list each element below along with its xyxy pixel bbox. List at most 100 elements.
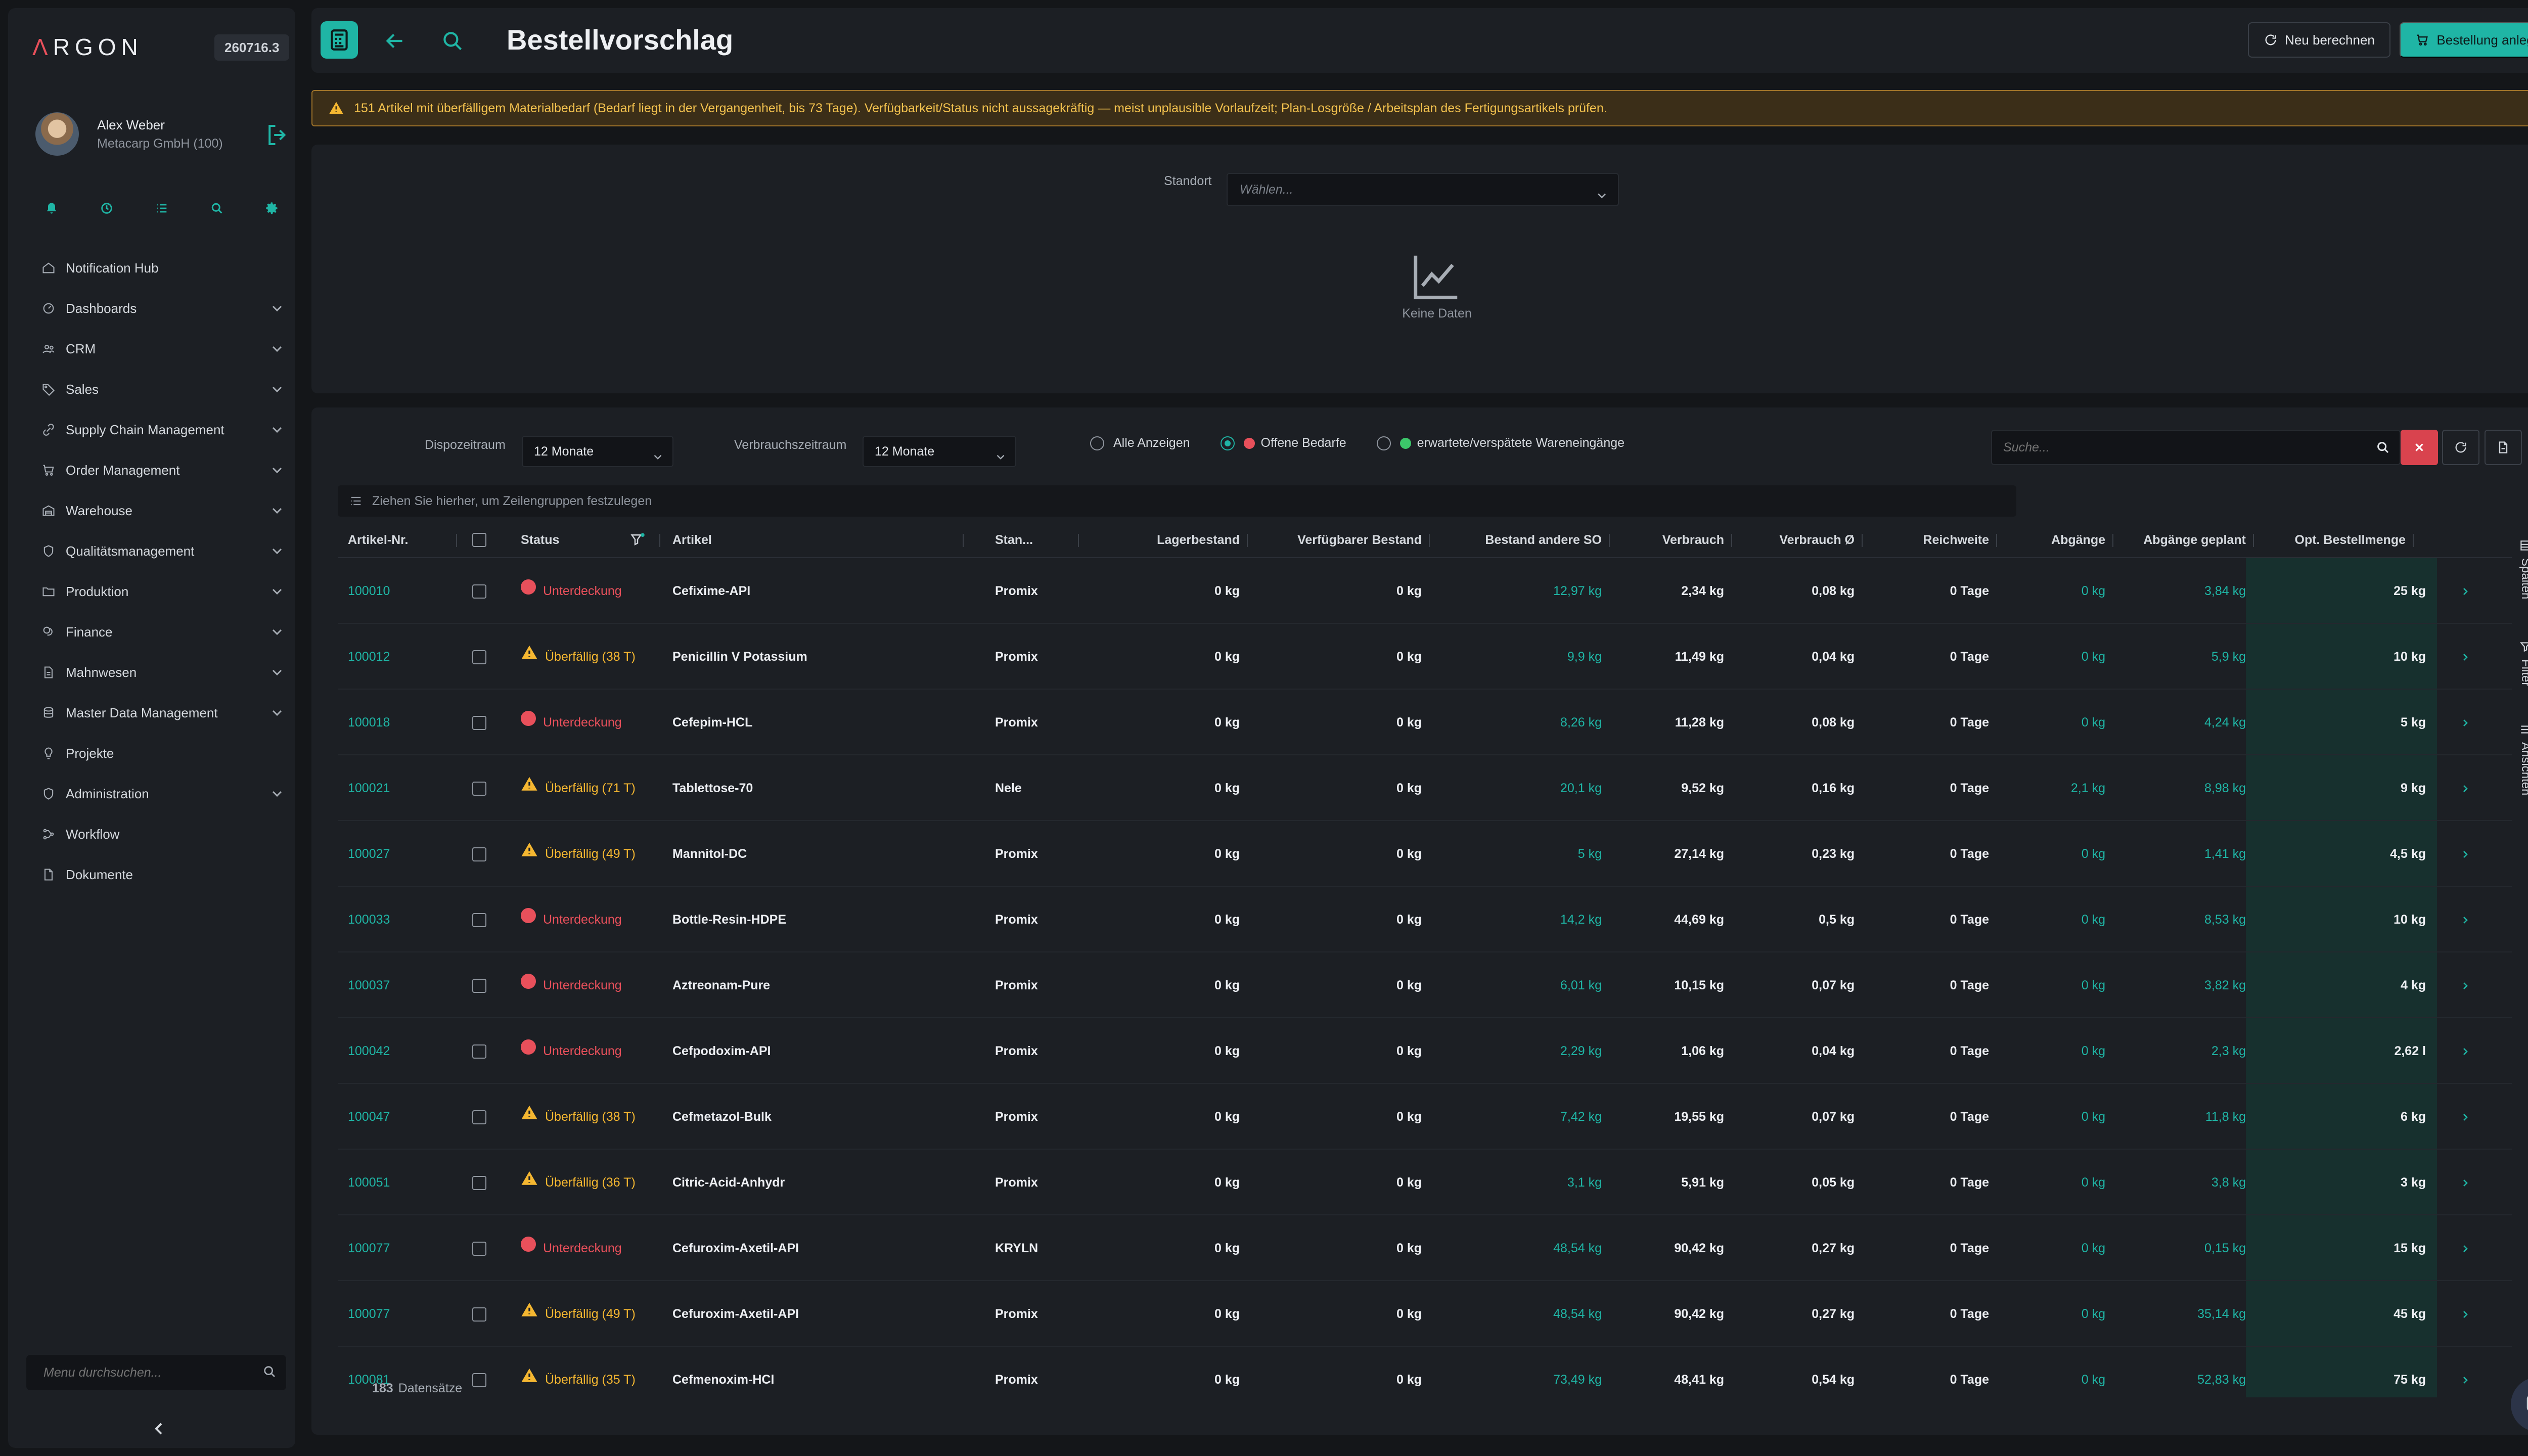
table-row[interactable]: 100051 Überfällig (36 T) Citric-Acid-Anhyd… [338, 1150, 2512, 1215]
row-open-chevron-icon[interactable] [2459, 1307, 2471, 1322]
sidebar-item-sales[interactable]: Sales [30, 369, 288, 410]
sidebar-item-dokumente[interactable]: Dokumente [30, 854, 288, 895]
table-row[interactable]: 100033 Unterdeckung Bottle-Resin-HDPE Promi… [338, 887, 2512, 952]
clear-search-button[interactable] [2401, 430, 2438, 465]
sidebar-item-crm[interactable]: CRM [30, 329, 288, 369]
row-checkbox[interactable] [472, 650, 486, 664]
column-header-nr[interactable]: Artikel-Nr. [348, 522, 449, 558]
row-open-chevron-icon[interactable] [2459, 782, 2471, 796]
row-checkbox[interactable] [472, 716, 486, 730]
cell-nr[interactable]: 100027 [348, 821, 449, 887]
row-open-chevron-icon[interactable] [2459, 716, 2471, 730]
column-resize-handle[interactable] [963, 534, 964, 547]
row-checkbox[interactable] [472, 847, 486, 861]
table-row[interactable]: 100047 Überfällig (38 T) Cefmetazol-Bulk Pr… [338, 1084, 2512, 1150]
row-checkbox[interactable] [472, 1176, 486, 1190]
grid-search-input[interactable] [1992, 431, 2356, 464]
row-open-chevron-icon[interactable] [2459, 1110, 2471, 1124]
column-header-verbrauch[interactable]: Verbrauch [1610, 522, 1724, 558]
cell-nr[interactable]: 100077 [348, 1215, 449, 1281]
sidebar-item-administration[interactable]: Administration [30, 774, 288, 814]
search-icon[interactable] [440, 28, 465, 54]
bell-icon[interactable] [40, 197, 63, 219]
cell-nr[interactable]: 100012 [348, 624, 449, 690]
column-header-geplant[interactable]: Abgänge geplant [2114, 522, 2246, 558]
sidebar-item-projekte[interactable]: Projekte [30, 733, 288, 774]
row-checkbox[interactable] [472, 1044, 486, 1059]
sidebar-item-master-data-management[interactable]: Master Data Management [30, 693, 288, 733]
back-arrow-icon[interactable] [382, 28, 408, 54]
radio-open-demands[interactable]: Offene Bedarfe [1220, 436, 1346, 450]
refresh-grid-button[interactable] [2442, 430, 2479, 465]
search-icon[interactable] [206, 197, 228, 219]
side-tab-views[interactable]: Ansichten [2508, 723, 2528, 795]
row-open-chevron-icon[interactable] [2459, 979, 2471, 993]
row-checkbox[interactable] [472, 584, 486, 599]
cell-nr[interactable]: 100033 [348, 887, 449, 952]
radio-all[interactable]: Alle Anzeigen [1090, 436, 1190, 450]
cell-nr[interactable]: 100010 [348, 558, 449, 624]
row-open-chevron-icon[interactable] [2459, 913, 2471, 927]
table-row[interactable]: 100037 Unterdeckung Aztreonam-Pure Promix 0 … [338, 952, 2512, 1018]
export-button[interactable] [2485, 430, 2522, 465]
row-open-chevron-icon[interactable] [2459, 1176, 2471, 1190]
column-resize-handle[interactable] [456, 534, 457, 547]
search-icon[interactable] [2375, 440, 2390, 458]
table-row[interactable]: 100081 Überfällig (35 T) Cefmenoxim-HCl Pro… [338, 1347, 2512, 1397]
row-open-chevron-icon[interactable] [2459, 847, 2471, 861]
cell-nr[interactable]: 100077 [348, 1281, 449, 1347]
column-header-standort[interactable]: Stan... [995, 522, 1071, 558]
column-header-verf[interactable]: Verfügbarer Bestand [1248, 522, 1422, 558]
sidebar-item-dashboards[interactable]: Dashboards [30, 288, 288, 329]
sidebar-item-mahnwesen[interactable]: Mahnwesen [30, 652, 288, 693]
radio-expected-receipts[interactable]: erwartete/verspätete Wareneingänge [1376, 436, 1624, 450]
row-open-chevron-icon[interactable] [2459, 650, 2471, 664]
row-group-dropzone[interactable]: Ziehen Sie hierher, um Zeilengruppen fes… [338, 485, 2016, 517]
cell-nr[interactable]: 100042 [348, 1018, 449, 1084]
standort-select[interactable]: Wählen... [1227, 173, 1619, 206]
column-resize-handle[interactable] [2413, 534, 2414, 547]
radio-expected-circle[interactable] [1376, 436, 1391, 450]
side-tab-columns[interactable]: Spalten [2508, 539, 2528, 599]
table-row[interactable]: 100077 Überfällig (49 T) Cefuroxim-Axetil-… [338, 1281, 2512, 1347]
list-icon[interactable] [151, 197, 173, 219]
column-resize-handle[interactable] [2112, 534, 2113, 547]
side-tab-filter[interactable]: Filter [2508, 640, 2528, 686]
row-checkbox[interactable] [472, 1242, 486, 1256]
column-resize-handle[interactable] [1731, 534, 1732, 547]
row-checkbox[interactable] [472, 1373, 486, 1387]
recalculate-button[interactable]: Neu berechnen [2248, 22, 2390, 58]
row-checkbox[interactable] [472, 782, 486, 796]
cell-nr[interactable]: 100037 [348, 952, 449, 1018]
cell-nr[interactable]: 100021 [348, 755, 449, 821]
sidebar-item-supply-chain-management[interactable]: Supply Chain Management [30, 410, 288, 450]
menu-search-input[interactable] [26, 1355, 249, 1390]
gear-icon[interactable] [261, 197, 283, 219]
sidebar-item-finance[interactable]: Finance [30, 612, 288, 652]
table-row[interactable]: 100077 Unterdeckung Cefuroxim-Axetil-API KR… [338, 1215, 2512, 1281]
dispo-select[interactable]: 12 Monate [522, 436, 673, 467]
table-row[interactable]: 100027 Überfällig (49 T) Mannitol-DC Promix… [338, 821, 2512, 887]
column-header-abg[interactable]: Abgänge [1997, 522, 2105, 558]
select-all-checkbox[interactable] [472, 533, 486, 547]
create-order-button[interactable]: Bestellung anlegen [2400, 22, 2528, 58]
cell-nr[interactable]: 100051 [348, 1150, 449, 1215]
cell-nr[interactable]: 100047 [348, 1084, 449, 1150]
column-resize-handle[interactable] [1078, 534, 1079, 547]
column-header-opt[interactable]: Opt. Bestellmenge [2254, 522, 2406, 558]
row-open-chevron-icon[interactable] [2459, 584, 2471, 599]
table-row[interactable]: 100021 Überfällig (71 T) Tablettose-70 Nele… [338, 755, 2512, 821]
sidebar-item-warehouse[interactable]: Warehouse [30, 490, 288, 531]
sidebar-item-qualitätsmanagement[interactable]: Qualitätsmanagement [30, 531, 288, 571]
search-icon[interactable] [262, 1364, 277, 1382]
radio-open-circle[interactable] [1220, 436, 1235, 450]
column-header-artikel[interactable]: Artikel [672, 522, 956, 558]
row-checkbox[interactable] [472, 1307, 486, 1322]
sidebar-item-produktion[interactable]: Produktion [30, 571, 288, 612]
brand-logo[interactable]: ΛRGON [32, 33, 143, 61]
sidebar-item-notification-hub[interactable]: Notification Hub [30, 248, 288, 288]
column-filter-active-icon[interactable] [630, 532, 645, 550]
table-row[interactable]: 100012 Überfällig (38 T) Penicillin V Pota… [338, 624, 2512, 690]
row-open-chevron-icon[interactable] [2459, 1242, 2471, 1256]
column-header-reich[interactable]: Reichweite [1863, 522, 1989, 558]
